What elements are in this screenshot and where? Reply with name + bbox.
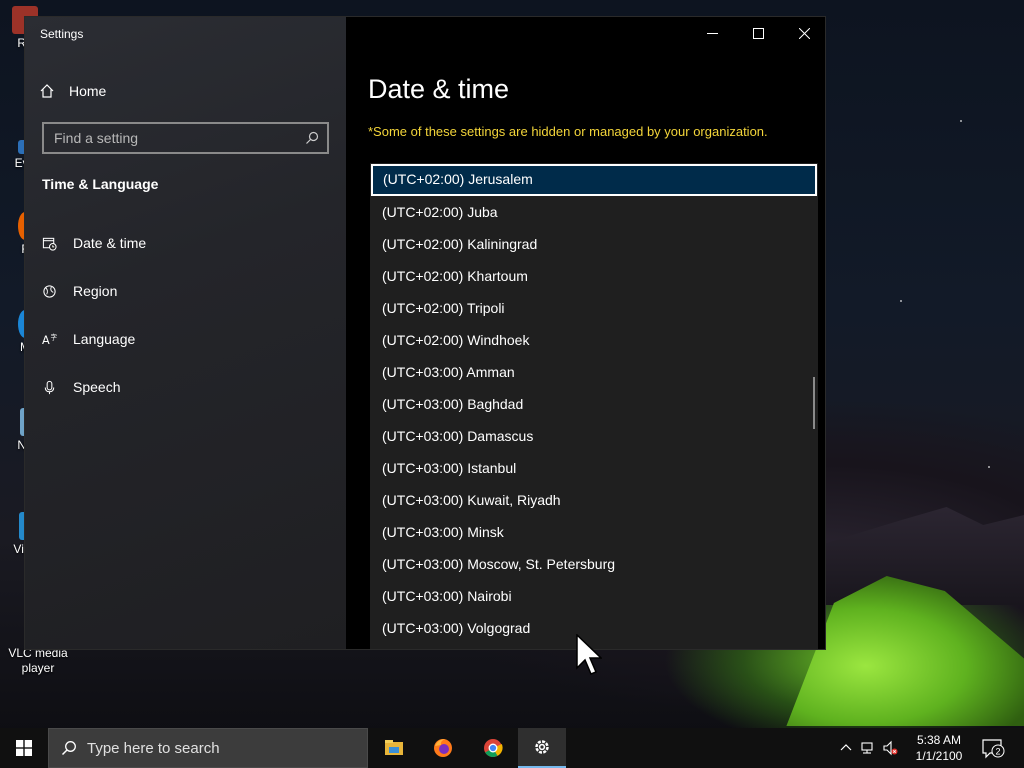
settings-gear-icon xyxy=(535,740,549,754)
home-icon xyxy=(40,84,54,98)
close-button[interactable] xyxy=(781,17,825,49)
taskbar-file-explorer[interactable] xyxy=(370,728,418,768)
taskbar-clock[interactable]: 5:38 AM 1/1/2100 xyxy=(908,732,970,764)
mouse-cursor-icon xyxy=(576,634,602,675)
nav-item-label: Language xyxy=(73,331,136,347)
timezone-option[interactable]: (UTC+03:00) Amman xyxy=(370,356,818,388)
language-icon: A 字 xyxy=(42,332,57,347)
start-button[interactable] xyxy=(0,728,48,768)
nav-item-date-time[interactable]: Date & time xyxy=(42,231,146,255)
settings-sidebar: Settings Home Time & Language Date & tim… xyxy=(25,17,346,649)
taskbar-settings[interactable] xyxy=(518,728,566,768)
timezone-option[interactable]: (UTC+03:00) Kuwait, Riyadh xyxy=(370,484,818,516)
notification-center-icon[interactable]: 2 xyxy=(978,736,1006,760)
timezone-option[interactable]: (UTC+02:00) Khartoum xyxy=(370,260,818,292)
notification-count: 2 xyxy=(995,747,1000,757)
search-input[interactable] xyxy=(54,130,305,146)
wallpaper-star xyxy=(900,300,902,302)
timezone-option[interactable]: (UTC+03:00) Nairobi xyxy=(370,580,818,612)
find-setting-search[interactable] xyxy=(42,122,329,154)
timezone-option[interactable]: (UTC+02:00) Windhoek xyxy=(370,324,818,356)
system-tray xyxy=(838,728,898,768)
close-icon xyxy=(798,27,810,39)
nav-item-language[interactable]: A 字 Language xyxy=(42,327,135,351)
globe-icon xyxy=(43,284,56,298)
windows-logo-icon xyxy=(16,740,32,756)
taskbar-search-box[interactable] xyxy=(48,728,368,768)
list-scrollbar[interactable] xyxy=(813,377,815,429)
taskbar-search-input[interactable] xyxy=(87,739,347,757)
timezone-option[interactable]: (UTC+03:00) Moscow, St. Petersburg xyxy=(370,548,818,580)
nav-item-label: Date & time xyxy=(73,235,147,251)
microphone-icon xyxy=(44,380,55,394)
search-icon[interactable] xyxy=(305,131,319,145)
nav-home-label: Home xyxy=(69,83,107,99)
timezone-option[interactable]: (UTC+03:00) Minsk xyxy=(370,516,818,548)
nav-home[interactable]: Home xyxy=(39,79,106,103)
taskbar-chrome[interactable] xyxy=(469,728,517,768)
timezone-option[interactable]: (UTC+02:00) Tripoli xyxy=(370,292,818,324)
window-controls xyxy=(689,17,825,49)
network-icon[interactable] xyxy=(860,740,876,756)
calendar-clock-icon xyxy=(42,237,57,251)
taskbar-firefox[interactable] xyxy=(419,728,467,768)
maximize-button[interactable] xyxy=(735,17,781,49)
timezone-option[interactable]: (UTC+02:00) Juba xyxy=(370,196,818,228)
nav-item-speech[interactable]: Speech xyxy=(42,375,120,399)
chevron-up-icon[interactable] xyxy=(838,740,854,756)
timezone-option[interactable]: (UTC+03:00) Damascus xyxy=(370,420,818,452)
wallpaper-star xyxy=(960,120,962,122)
clock-date: 1/1/2100 xyxy=(915,749,963,763)
section-title: Time & Language xyxy=(42,176,159,192)
timezone-option-selected[interactable]: (UTC+02:00) Jerusalem xyxy=(371,164,817,196)
firefox-icon xyxy=(434,739,452,757)
taskbar: 5:38 AM 1/1/2100 2 xyxy=(0,728,1024,768)
nav-item-label: Speech xyxy=(73,379,121,395)
desktop-icon-label: VLC media player xyxy=(8,646,68,675)
timezone-option[interactable]: (UTC+03:00) Istanbul xyxy=(370,452,818,484)
timezone-option[interactable]: (UTC+03:00) Baghdad xyxy=(370,388,818,420)
svg-text:字: 字 xyxy=(50,332,57,341)
chrome-icon xyxy=(484,739,503,758)
organization-notice: *Some of these settings are hidden or ma… xyxy=(368,124,768,139)
page-title: Date & time xyxy=(368,74,510,104)
timezone-option[interactable]: (UTC+02:00) Kaliningrad xyxy=(370,228,818,260)
minimize-icon xyxy=(706,32,718,34)
volume-muted-icon[interactable] xyxy=(882,740,898,756)
clock-time: 5:38 AM xyxy=(916,733,962,747)
file-explorer-icon xyxy=(385,740,403,755)
search-icon xyxy=(61,741,76,756)
nav-item-label: Region xyxy=(73,283,118,299)
nav-item-region[interactable]: Region xyxy=(42,279,117,303)
maximize-icon xyxy=(752,27,764,39)
minimize-button[interactable] xyxy=(689,17,735,49)
wallpaper-star xyxy=(988,466,990,468)
svg-text:A: A xyxy=(42,334,50,347)
timezone-dropdown-list[interactable]: (UTC+02:00) Jerusalem (UTC+02:00) Juba (… xyxy=(370,163,818,649)
settings-window: Settings Home Time & Language Date & tim… xyxy=(24,16,826,650)
settings-content: Date & time *Some of these settings are … xyxy=(346,17,825,649)
app-title: Settings xyxy=(40,27,84,41)
